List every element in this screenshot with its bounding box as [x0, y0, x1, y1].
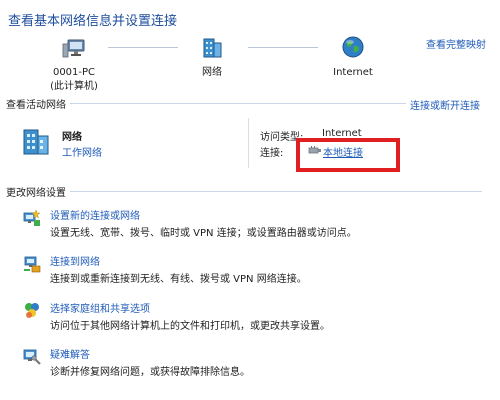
- active-network-separator: [248, 118, 249, 168]
- active-network-name: 网络: [62, 132, 82, 143]
- connection-label: 连接:: [260, 148, 284, 159]
- network-building-icon[interactable]: [200, 36, 224, 60]
- troubleshoot-desc: 诊断并修复网络问题，或获得故障排除信息。: [50, 367, 250, 378]
- homegroup-sharing-link[interactable]: 选择家庭组和共享选项: [50, 300, 150, 315]
- map-connector-1: [108, 47, 178, 48]
- new-connection-icon: [22, 208, 42, 228]
- network-type-link[interactable]: 工作网络: [62, 144, 102, 159]
- connect-to-network-desc: 连接到或重新连接到无线、有线、拨号或 VPN 网络连接。: [50, 274, 307, 285]
- homegroup-sharing-desc: 访问位于其他网络计算机上的文件和打印机，或更改共享设置。: [50, 321, 330, 332]
- connect-disconnect-link[interactable]: 连接或断开连接: [410, 97, 480, 112]
- change-settings-divider: [70, 191, 482, 192]
- node-label-internet: Internet: [333, 67, 373, 78]
- computer-icon[interactable]: [62, 38, 86, 60]
- active-networks-divider: [70, 103, 406, 104]
- local-connection-link[interactable]: 本地连接: [323, 144, 363, 159]
- node-label-network: 网络: [202, 67, 222, 78]
- ethernet-icon: [308, 145, 322, 155]
- node-label-computer: 0001-PC (此计算机): [34, 66, 114, 94]
- page-title: 查看基本网络信息并设置连接: [8, 14, 178, 29]
- active-networks-heading: 查看活动网络: [6, 100, 66, 111]
- computer-subtitle: (此计算机): [50, 81, 98, 92]
- change-settings-heading: 更改网络设置: [6, 188, 66, 199]
- setup-new-connection-desc: 设置无线、宽带、拨号、临时或 VPN 连接；或设置路由器或访问点。: [50, 228, 357, 239]
- globe-icon[interactable]: [341, 35, 365, 59]
- troubleshoot-icon: [22, 346, 42, 366]
- setup-new-connection-link[interactable]: 设置新的连接或网络: [50, 207, 140, 222]
- active-network-icon: [20, 124, 54, 158]
- network-map: 0001-PC (此计算机) 网络 Internet: [0, 30, 500, 92]
- map-connector-2: [248, 47, 318, 48]
- homegroup-icon: [22, 300, 42, 320]
- connect-to-network-link[interactable]: 连接到网络: [50, 253, 100, 268]
- troubleshoot-link[interactable]: 疑难解答: [50, 346, 90, 361]
- connect-network-icon: [22, 254, 42, 274]
- computer-name: 0001-PC: [52, 67, 96, 78]
